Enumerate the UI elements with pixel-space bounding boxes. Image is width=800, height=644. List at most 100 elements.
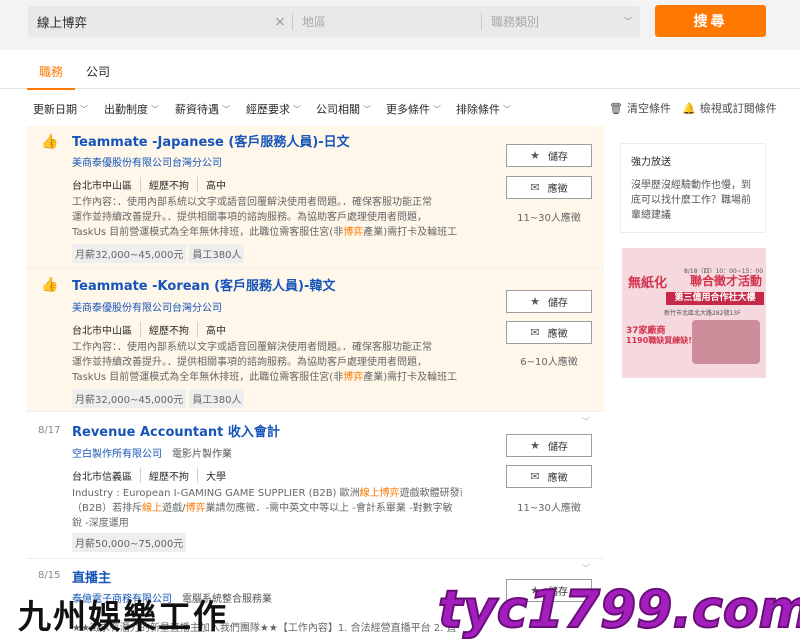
job-meta: 台北市信義區 經歷不拘 大學: [72, 468, 234, 483]
collapse-icon[interactable]: ﹀: [582, 563, 590, 574]
bell-icon: 🔔: [682, 101, 696, 115]
chevron-down-icon: ﹀: [222, 104, 230, 114]
job-description: Industry : European I-GAMING GAME SUPPLI…: [72, 488, 462, 529]
company-industry: 電影片製作業: [172, 449, 232, 460]
mail-icon: ✉: [530, 181, 540, 194]
job-title[interactable]: Teammate -Japanese (客戶服務人員)-日文: [72, 131, 350, 150]
chevron-down-icon: ﹀: [433, 104, 441, 114]
search-box: 線上博弈 × 地區 職務類別 ﹀: [28, 6, 640, 37]
chevron-down-icon: ﹀: [363, 104, 371, 114]
side-promo-panel: 強力放送 沒學歷沒經驗動作也慢，到底可以找什麼工作？職場前輩總建議: [620, 143, 766, 233]
apply-button[interactable]: ✉ 應徵: [506, 465, 592, 488]
salary-tag: 月薪50,000~75,000元: [72, 533, 187, 552]
applicant-count: 11~30人應徵: [517, 213, 581, 224]
job-experience: 經歷不拘: [140, 322, 197, 337]
star-icon: ★: [530, 439, 540, 452]
job-meta: 台北市中山區 經歷不拘 高中: [72, 177, 234, 192]
job-title[interactable]: 直播主: [72, 567, 111, 586]
job-card[interactable]: 👍 Teammate -Korean (客戶服務人員)-韓文 美商泰優股份有限公…: [27, 269, 604, 412]
save-button[interactable]: ★ 儲存: [506, 144, 592, 167]
thumbs-up-icon: 👍: [41, 134, 59, 150]
area-placeholder: 地區: [302, 15, 327, 29]
watermark-right: tyc1799.com: [437, 579, 800, 641]
job-list: 👍 Teammate -Japanese (客戶服務人員)-日文 美商泰優股份有…: [27, 126, 604, 644]
employees-tag: 員工380人: [189, 389, 245, 408]
mail-icon: ✉: [530, 326, 540, 339]
company-info: 空白製作所有限公司 電影片製作業: [72, 445, 232, 460]
applicant-count: 6~10人應徵: [520, 357, 578, 368]
job-meta: 台北市中山區 經歷不拘 高中: [72, 322, 234, 337]
company-name[interactable]: 美商泰優股份有限公司台灣分公司: [72, 154, 222, 169]
ad-address: 新竹市北區北大路282號13F: [664, 310, 741, 317]
area-select[interactable]: 地區: [293, 13, 481, 30]
job-card[interactable]: ﹀ 8/17 Revenue Accountant 收入會計 空白製作所有限公司…: [27, 412, 604, 559]
job-tags: 月薪50,000~75,000元: [72, 533, 187, 552]
ad-openings: 1190職缺質練缺!: [626, 336, 692, 345]
star-icon: ★: [530, 295, 540, 308]
side-promo-title: 強力放送: [631, 157, 671, 168]
applicant-count: 11~30人應徵: [517, 503, 581, 514]
company-name[interactable]: 美商泰優股份有限公司台灣分公司: [72, 299, 222, 314]
save-button[interactable]: ★ 儲存: [506, 290, 592, 313]
job-description: 工作內容：．使用內部系統以文字或語音回覆解決使用者問題。．確保客服功能正常 運作…: [72, 342, 458, 383]
job-title[interactable]: Revenue Accountant 收入會計: [72, 421, 280, 440]
job-location: 台北市中山區: [72, 326, 132, 337]
employees-tag: 員工380人: [189, 244, 245, 263]
search-button[interactable]: 搜尋: [655, 5, 766, 37]
apply-button[interactable]: ✉ 應徵: [506, 176, 592, 199]
save-button[interactable]: ★ 儲存: [506, 434, 592, 457]
side-promo-link[interactable]: 沒學歷沒經驗動作也慢，到底可以找什麼工作？職場前輩總建議: [631, 178, 759, 223]
ad-headline: 無紙化: [628, 276, 668, 291]
job-category-select[interactable]: 職務類別 ﹀: [482, 13, 640, 30]
job-tags: 月薪32,000~45,000元 員工380人: [72, 244, 245, 263]
tab-companies[interactable]: 公司: [86, 63, 110, 80]
collapse-icon[interactable]: ﹀: [582, 416, 590, 427]
filter-salary[interactable]: 薪資待遇 ﹀: [175, 101, 230, 117]
chevron-down-icon: ﹀: [80, 104, 88, 114]
job-education: 高中: [197, 177, 234, 192]
job-category-placeholder: 職務類別: [491, 15, 540, 29]
clear-filters-button[interactable]: 🗑 清空條件: [609, 100, 671, 116]
mail-icon: ✉: [530, 470, 540, 483]
job-tags: 月薪32,000~45,000元 員工380人: [72, 389, 245, 408]
ad-subheadline: 聯合徵才活動: [690, 274, 763, 288]
salary-tag: 月薪32,000~45,000元: [72, 389, 187, 408]
filter-exclude[interactable]: 排除條件 ﹀: [456, 101, 511, 117]
filter-update-date[interactable]: 更新日期 ﹀: [33, 101, 88, 117]
search-input[interactable]: 線上博弈: [28, 12, 268, 31]
job-card[interactable]: 👍 Teammate -Japanese (客戶服務人員)-日文 美商泰優股份有…: [27, 126, 604, 269]
star-icon: ★: [530, 149, 540, 162]
salary-tag: 月薪32,000~45,000元: [72, 244, 187, 263]
tab-jobs[interactable]: 職務: [26, 63, 76, 90]
chevron-down-icon: ﹀: [503, 104, 511, 114]
ad-venue: 第三億用合作社大樓: [666, 292, 764, 305]
filter-company[interactable]: 公司相關 ﹀: [316, 101, 371, 117]
clear-icon[interactable]: ×: [268, 14, 292, 30]
thumbs-up-icon: 👍: [41, 277, 59, 293]
post-date: 8/17: [38, 425, 61, 436]
result-tabs: 職務 公司: [0, 50, 800, 90]
job-education: 高中: [197, 322, 234, 337]
search-bar: 線上博弈 × 地區 職務類別 ﹀ 搜尋: [0, 0, 800, 50]
apply-button[interactable]: ✉ 應徵: [506, 321, 592, 344]
chevron-down-icon: ﹀: [151, 104, 159, 114]
job-description: 工作內容：．使用內部系統以文字或語音回覆解決使用者問題。．確保客服功能正常 運作…: [72, 197, 458, 238]
post-date: 8/15: [38, 570, 61, 581]
chevron-down-icon: ﹀: [624, 17, 632, 26]
filter-bar: 更新日期 ﹀ 出勤制度 ﹀ 薪資待遇 ﹀ 經歷要求 ﹀ 公司相關 ﹀ 更多條件 ﹀ 排除條件…: [0, 90, 800, 125]
subscribe-filters-button[interactable]: 🔔 檢視或訂閱條件: [682, 100, 777, 116]
filter-more[interactable]: 更多條件 ﹀: [386, 101, 441, 117]
company-name[interactable]: 空白製作所有限公司: [72, 449, 162, 460]
filter-work-schedule[interactable]: 出勤制度 ﹀: [104, 101, 159, 117]
chevron-down-icon: ﹀: [293, 104, 301, 114]
watermark-left: 九州娛樂工作: [18, 597, 228, 636]
job-education: 大學: [197, 468, 234, 483]
job-location: 台北市中山區: [72, 181, 132, 192]
filter-experience[interactable]: 經歷要求 ﹀: [246, 101, 301, 117]
trash-icon: 🗑: [609, 101, 623, 115]
job-experience: 經歷不拘: [140, 468, 197, 483]
job-title[interactable]: Teammate -Korean (客戶服務人員)-韓文: [72, 275, 335, 294]
job-experience: 經歷不拘: [140, 177, 197, 192]
job-fair-ad[interactable]: 8/18（四）10：00~15：00 無紙化 聯合徵才活動 第三億用合作社大樓 …: [622, 248, 766, 378]
ad-photo: [692, 320, 760, 364]
